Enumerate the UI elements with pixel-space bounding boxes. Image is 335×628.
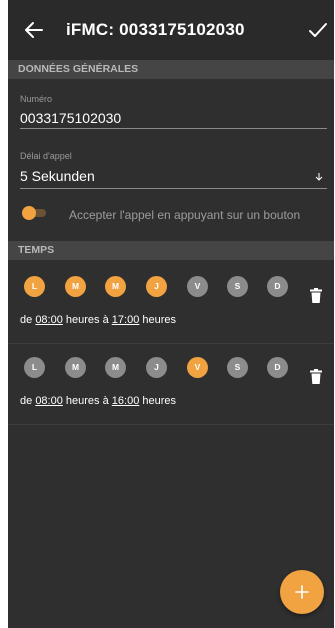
- day-toggle-monday[interactable]: L: [24, 276, 45, 297]
- day-toggle-sunday[interactable]: D: [267, 357, 288, 378]
- arrow-left-icon[interactable]: [22, 18, 46, 42]
- delay-select[interactable]: 5 Sekunden: [20, 168, 95, 184]
- day-toggle-monday[interactable]: L: [24, 357, 45, 378]
- toggle-thumb: [22, 206, 36, 220]
- page-title: iFMC: 0033175102030: [66, 20, 245, 39]
- start-time-link[interactable]: 08:00: [35, 395, 63, 407]
- time-middle: heures à: [65, 395, 109, 407]
- day-toggle-saturday[interactable]: S: [227, 357, 248, 378]
- time-range: de 08:00 heures à 17:00 heures: [20, 314, 176, 326]
- start-time-link[interactable]: 08:00: [35, 314, 63, 326]
- delay-select-underline: [20, 188, 327, 189]
- app-bar: iFMC: 0033175102030: [8, 0, 334, 60]
- schedule-row: L M M J V S D de 08:00 heures à 16:00 he…: [8, 345, 334, 425]
- day-toggle-saturday[interactable]: S: [227, 276, 248, 297]
- trash-icon[interactable]: [310, 288, 322, 303]
- day-toggle-friday[interactable]: V: [187, 357, 208, 378]
- time-suffix: heures: [142, 395, 177, 407]
- number-field[interactable]: 0033175102030: [20, 110, 121, 126]
- plus-icon: [295, 585, 309, 599]
- delay-label: Délai d'appel: [20, 151, 72, 161]
- accept-call-label: Accepter l'appel en appuyant sur un bout…: [69, 208, 301, 222]
- accept-call-toggle[interactable]: [22, 206, 48, 220]
- time-suffix: heures: [142, 314, 177, 326]
- day-toggle-wednesday[interactable]: M: [105, 276, 126, 297]
- day-toggle-thursday[interactable]: J: [146, 276, 167, 297]
- day-toggle-friday[interactable]: V: [187, 276, 208, 297]
- end-time-link[interactable]: 16:00: [112, 395, 140, 407]
- time-range: de 08:00 heures à 16:00 heures: [20, 395, 176, 407]
- end-time-link[interactable]: 17:00: [112, 314, 140, 326]
- section-header-times: TEMPS: [8, 241, 334, 260]
- day-toggle-sunday[interactable]: D: [267, 276, 288, 297]
- section-header-general: DONNÉES GÉNÉRALES: [8, 60, 334, 79]
- number-field-underline: [20, 128, 327, 129]
- time-prefix: de: [20, 395, 33, 407]
- time-prefix: de: [20, 314, 33, 326]
- schedule-row: L M M J V S D de 08:00 heures à 17:00 he…: [8, 264, 334, 344]
- number-label: Numéro: [20, 94, 53, 104]
- phone-screen: iFMC: 0033175102030 DONNÉES GÉNÉRALES Nu…: [8, 0, 334, 628]
- day-toggle-tuesday[interactable]: M: [65, 276, 86, 297]
- day-toggle-tuesday[interactable]: M: [65, 357, 86, 378]
- add-schedule-button[interactable]: [280, 570, 324, 614]
- trash-icon[interactable]: [310, 369, 322, 384]
- checkmark-icon[interactable]: [306, 18, 330, 42]
- day-toggle-wednesday[interactable]: M: [105, 357, 126, 378]
- time-middle: heures à: [65, 314, 109, 326]
- day-toggle-thursday[interactable]: J: [146, 357, 167, 378]
- arrow-down-icon[interactable]: [314, 172, 324, 182]
